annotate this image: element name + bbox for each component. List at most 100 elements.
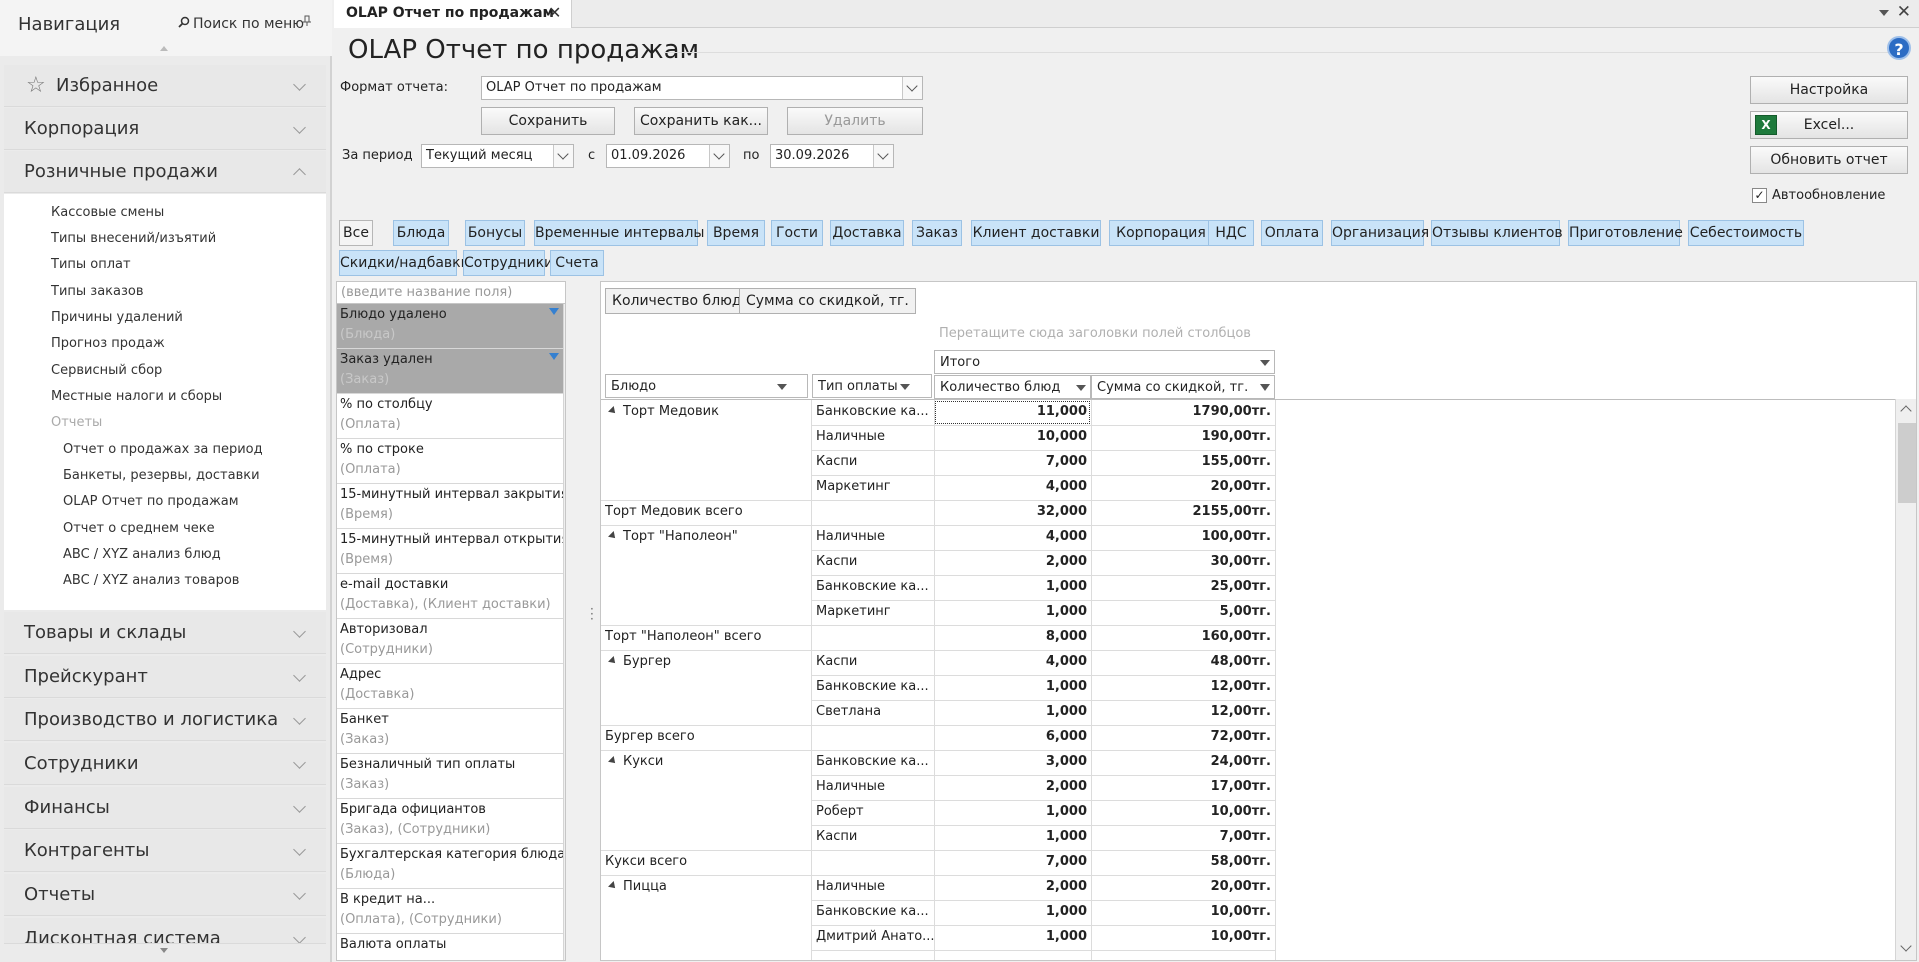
scroll-down-icon[interactable] [1900,940,1912,952]
collapse-icon[interactable] [608,531,618,541]
field-list-item[interactable]: Блюдо удалено (Блюда) [337,304,563,349]
field-list-item[interactable]: e-mail доставки (Доставка), (Клиент доста… [337,574,563,619]
nav-link-removal-reasons[interactable]: Причины удалений [51,310,183,325]
dish-group-cell[interactable]: Пицца [601,879,811,904]
filter-employees-button[interactable]: Сотрудники [463,250,553,276]
filter-time-intervals-button[interactable]: Временные интервалы [534,220,704,246]
nav-section-retail[interactable]: Розничные продажи [4,151,326,193]
period-select[interactable]: Текущий месяц [421,144,574,168]
close-tab-icon[interactable]: ✕ [548,3,561,22]
pin-icon[interactable] [302,15,312,31]
dish-group-cell[interactable]: Торт Медовик [601,404,811,429]
dish-group-cell[interactable]: Бургер [601,654,811,679]
refresh-report-button[interactable]: Обновить отчет [1750,146,1908,174]
field-list-item[interactable]: Валюта оплаты [337,934,563,960]
field-list-item[interactable]: % по строке (Оплата) [337,439,563,484]
nav-link-sales-period-report[interactable]: Отчет о продажах за период [63,442,263,457]
collapse-icon[interactable] [608,881,618,891]
autoupdate-checkbox[interactable]: ✓ [1752,188,1767,203]
date-from-field[interactable]: 01.09.2026 [606,144,730,168]
field-list-item[interactable]: % по столбцу (Оплата) [337,394,563,439]
filter-icon[interactable] [549,353,559,360]
scroll-up-icon[interactable] [160,46,168,51]
nav-section-finance[interactable]: Финансы [4,787,326,829]
sort-dropdown-icon[interactable] [1076,385,1086,391]
nav-section-goods[interactable]: Товары и склады [4,612,326,654]
dish-group-cell[interactable]: Кукси [601,754,811,779]
calendar-dropdown-icon[interactable] [709,145,729,167]
date-to-field[interactable]: 30.09.2026 [770,144,894,168]
filter-organization-button[interactable]: Организация [1331,220,1429,246]
scrollbar-thumb[interactable] [1898,423,1916,503]
nav-link-deposit-types[interactable]: Типы внесений/изъятий [51,231,216,246]
filter-vat-button[interactable]: НДС [1208,220,1254,246]
field-list-item[interactable]: Заказ удален (Заказ) [337,349,563,394]
pivot-scrollbar[interactable] [1895,399,1916,960]
nav-link-order-types[interactable]: Типы заказов [51,284,144,299]
filter-bonuses-button[interactable]: Бонусы [465,220,525,246]
filter-order-button[interactable]: Заказ [912,220,962,246]
field-list-item[interactable]: Авторизовал (Сотрудники) [337,619,563,664]
filter-delivery-client-button[interactable]: Клиент доставки [971,220,1101,246]
save-button[interactable]: Сохранить [481,107,615,135]
nav-link-banquets-report[interactable]: Банкеты, резервы, доставки [63,468,260,483]
filter-dishes-button[interactable]: Блюда [393,220,449,246]
filter-delivery-button[interactable]: Доставка [830,220,904,246]
data-field-sum[interactable]: Сумма со скидкой, тг. [739,288,916,314]
calendar-dropdown-icon[interactable] [873,145,893,167]
field-list-item[interactable]: Банкет (Заказ) [337,709,563,754]
field-list-item[interactable]: Бригада официантов (Заказ), (Сотрудники) [337,799,563,844]
nav-link-abc-goods[interactable]: ABC / XYZ анализ товаров [63,573,239,588]
row-field-payment-type[interactable]: Тип оплаты [812,374,932,398]
scroll-up-icon[interactable] [1900,405,1912,417]
nav-section-counterparties[interactable]: Контрагенты [4,830,326,872]
nav-section-corporation[interactable]: Корпорация [4,108,326,150]
chevron-down-icon[interactable] [902,77,922,99]
nav-section-reports[interactable]: Отчеты [4,874,326,916]
nav-link-sales-forecast[interactable]: Прогноз продаж [51,336,165,351]
nav-link-abc-dishes[interactable]: ABC / XYZ анализ блюд [63,547,221,562]
filter-time-button[interactable]: Время [707,220,765,246]
filter-feedback-button[interactable]: Отзывы клиентов [1431,220,1563,246]
save-as-button[interactable]: Сохранить как... [634,107,768,135]
filter-icon[interactable] [1260,384,1270,391]
chevron-down-icon[interactable] [1260,360,1270,366]
collapse-icon[interactable] [608,656,618,666]
collapse-icon[interactable] [608,406,618,416]
sort-dropdown-icon[interactable] [777,384,787,390]
row-field-dish[interactable]: Блюдо [605,374,808,398]
filter-checks-button[interactable]: Счета [550,250,604,276]
help-icon[interactable]: ? [1887,36,1911,60]
filter-corporation-button[interactable]: Корпорация [1109,220,1213,246]
nav-section-pricelist[interactable]: Прейскурант [4,656,326,698]
data-field-quantity[interactable]: Количество блюд [605,288,749,314]
nav-link-local-taxes[interactable]: Местные налоги и сборы [51,389,222,404]
field-list-item[interactable]: Бухгалтерская категория блюда (Блюда) [337,844,565,889]
sort-dropdown-icon[interactable] [900,384,910,390]
nav-link-average-check[interactable]: Отчет о среднем чеке [63,521,215,536]
scroll-down-icon[interactable] [160,948,168,953]
filter-all-button[interactable]: Все [339,220,373,246]
delete-button[interactable]: Удалить [787,107,923,135]
close-icon[interactable]: ✕ [1897,2,1911,22]
field-list-item[interactable]: В кредит на... (Оплата), (Сотрудники) [337,889,563,934]
nav-link-olap-report[interactable]: OLAP Отчет по продажам [63,494,239,509]
dish-group-cell[interactable]: Торт "Наполеон" [601,529,811,554]
filter-cooking-button[interactable]: Приготовление [1568,220,1683,246]
nav-link-payment-types[interactable]: Типы оплат [51,257,131,272]
nav-section-production[interactable]: Производство и логистика [4,699,326,741]
nav-section-discount[interactable]: Дисконтная система [4,918,326,944]
field-list-item[interactable]: Адрес (Доставка) [337,664,563,709]
filter-payment-button[interactable]: Оплата [1261,220,1323,246]
menu-search-button[interactable]: Поиск по меню [178,16,304,32]
nav-section-employees[interactable]: Сотрудники [4,743,326,785]
field-list-scrollbar[interactable] [563,304,565,960]
measure-header-sum[interactable]: Сумма со скидкой, тг. [1091,375,1275,399]
filter-icon[interactable] [549,308,559,315]
chevron-down-icon[interactable] [553,145,573,167]
collapse-icon[interactable] [608,756,618,766]
filter-cost-button[interactable]: Себестоимость [1688,220,1804,246]
measure-header-quantity[interactable]: Количество блюд [934,375,1091,399]
field-search-input[interactable]: (введите название поля) [337,282,565,304]
field-list-item[interactable]: 15-минутный интервал открытия (Время) [337,529,565,574]
